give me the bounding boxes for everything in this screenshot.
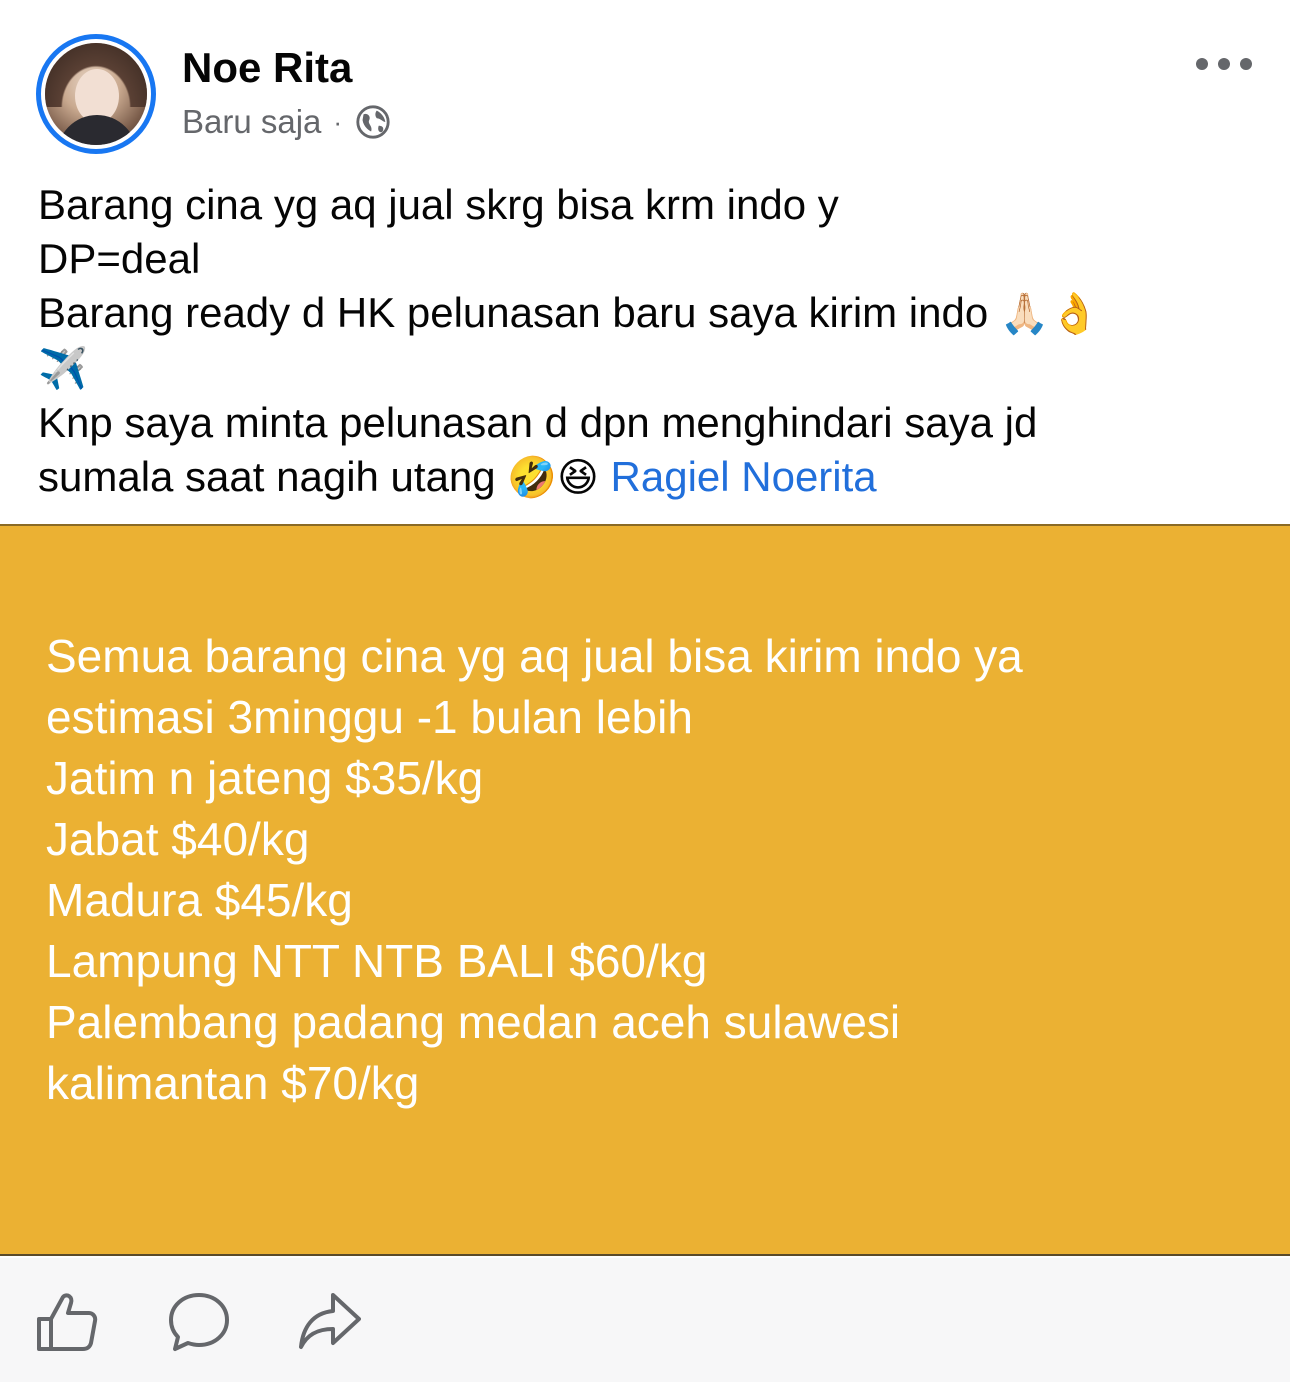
- comment-button[interactable]: [166, 1288, 232, 1354]
- thumbs-up-icon: [37, 1293, 98, 1351]
- card-line: Jabat $40/kg: [46, 813, 310, 865]
- post-timestamp[interactable]: Baru saja: [182, 103, 321, 141]
- laughing-emoji-icon: 😆: [557, 455, 599, 501]
- card-text: Semua barang cina yg aq jual bisa kirim …: [46, 626, 1246, 1114]
- mention-link[interactable]: Ragiel Noerita: [611, 453, 877, 500]
- post-meta: Baru saja ·: [182, 100, 392, 144]
- action-bar: [0, 1258, 1290, 1382]
- profile-photo: [45, 43, 147, 145]
- rofl-emoji-icon: 🤣: [507, 455, 558, 501]
- post-line: Barang cina yg aq jual skrg bisa krm ind…: [38, 181, 839, 228]
- card-line: kalimantan $70/kg: [46, 1057, 420, 1109]
- post-line-text: sumala saat nagih utang: [38, 453, 496, 500]
- share-button[interactable]: [296, 1288, 362, 1354]
- card-line: Semua barang cina yg aq jual bisa kirim …: [46, 630, 1023, 682]
- globe-icon: [356, 105, 390, 139]
- post-line: Knp saya minta pelunasan d dpn menghinda…: [38, 399, 1038, 446]
- ok-hand-emoji-icon: 👌: [1049, 291, 1100, 337]
- card-line: Lampung NTT NTB BALI $60/kg: [46, 935, 708, 987]
- post-line: DP=deal: [38, 235, 201, 282]
- pray-emoji-icon: 🙏🏻: [999, 291, 1050, 337]
- post-body: Barang cina yg aq jual skrg bisa krm ind…: [38, 178, 1258, 505]
- comment-icon: [169, 1293, 229, 1351]
- post-line: Barang ready d HK pelunasan baru saya ki…: [38, 286, 1258, 341]
- card-line: Palembang padang medan aceh sulawesi: [46, 996, 901, 1048]
- text-background-card[interactable]: Semua barang cina yg aq jual bisa kirim …: [0, 524, 1290, 1256]
- share-icon: [299, 1293, 361, 1349]
- author-name[interactable]: Noe Rita: [182, 44, 352, 92]
- post-line: sumala saat nagih utang 🤣😆 Ragiel Noerit…: [38, 450, 1258, 505]
- meta-separator: ·: [333, 106, 343, 137]
- avatar[interactable]: [36, 34, 156, 154]
- post-line: ✈️: [38, 341, 1258, 396]
- post-line-text: Barang ready d HK pelunasan baru saya ki…: [38, 289, 989, 336]
- card-line: estimasi 3minggu -1 bulan lebih: [46, 691, 693, 743]
- card-line: Jatim n jateng $35/kg: [46, 752, 484, 804]
- post-header: Noe Rita Baru saja ·: [0, 0, 1290, 170]
- more-options-icon[interactable]: [1196, 52, 1252, 76]
- card-line: Madura $45/kg: [46, 874, 353, 926]
- airplane-emoji-icon: ✈️: [38, 346, 88, 392]
- like-button[interactable]: [34, 1288, 100, 1354]
